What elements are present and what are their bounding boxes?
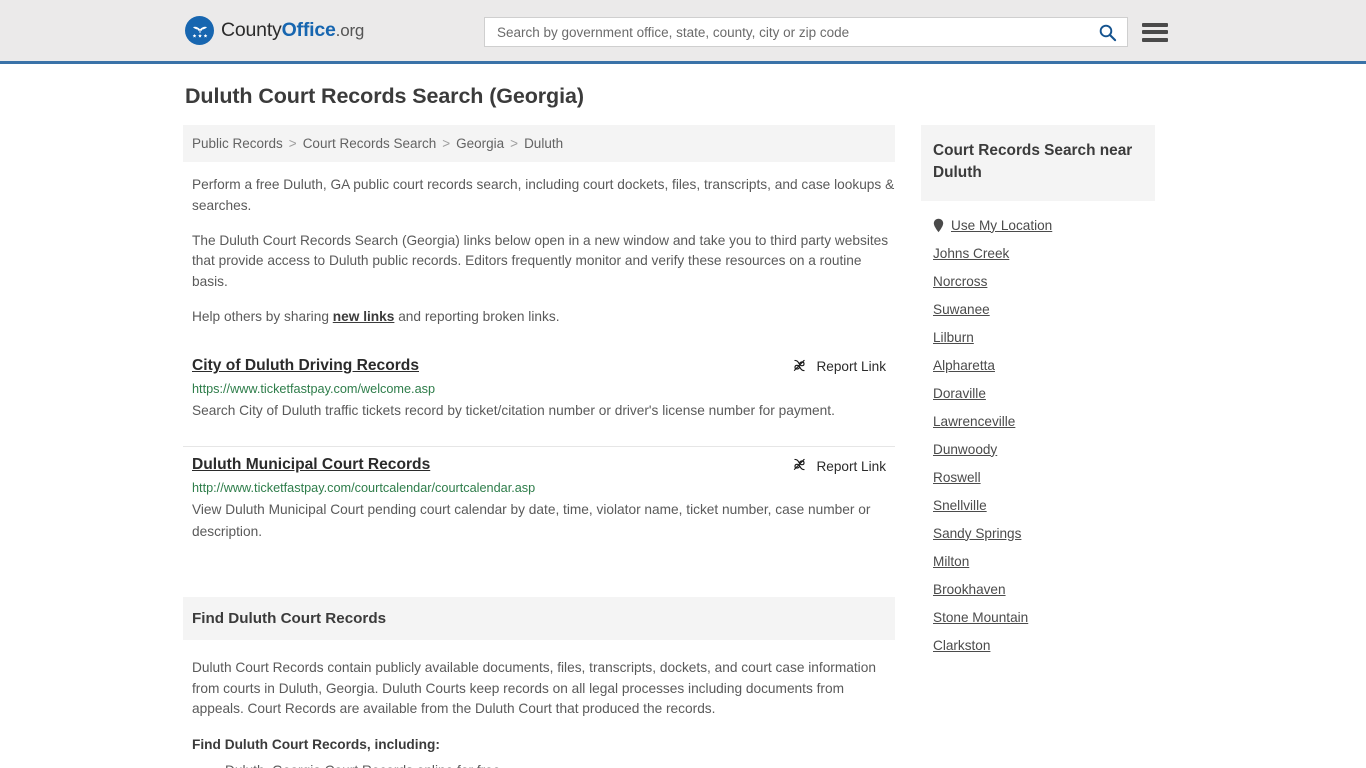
intro-paragraph-2: The Duluth Court Records Search (Georgia… (192, 232, 889, 290)
breadcrumb-separator: > (442, 136, 451, 151)
sidebar-item-roswell[interactable]: Roswell (933, 457, 1155, 485)
sidebar-item-label[interactable]: Use My Location (951, 218, 1052, 233)
find-records-paragraph: Duluth Court Records contain publicly av… (192, 659, 876, 717)
result-header: Duluth Municipal Court Records Report Li… (192, 455, 895, 475)
search-icon[interactable] (1096, 23, 1119, 42)
report-link-label: Report Link (816, 458, 886, 474)
result-title-link[interactable]: City of Duluth Driving Records (192, 356, 419, 376)
page-title: Duluth Court Records Search (Georgia) (185, 84, 584, 108)
breadcrumb-item-duluth: Duluth (524, 136, 564, 151)
breadcrumb-separator: > (510, 136, 519, 151)
search-box[interactable] (484, 17, 1128, 47)
breadcrumb-item-court-records-search[interactable]: Court Records Search (303, 136, 437, 151)
eagle-crest-icon (185, 16, 214, 45)
site-logo-text: CountyOffice.org (221, 19, 364, 42)
hamburger-menu-icon[interactable] (1142, 22, 1168, 42)
find-records-section-header: Find Duluth Court Records (183, 596, 895, 640)
report-link-label: Report Link (816, 359, 886, 375)
sidebar-item-label[interactable]: Snellville (933, 498, 987, 513)
result-header: City of Duluth Driving Records Report Li… (192, 356, 895, 376)
list-item: Duluth, Georgia Court Records online for… (211, 760, 895, 768)
intro-paragraph-1: Perform a free Duluth, GA public court r… (192, 177, 895, 213)
sidebar-item-label[interactable]: Roswell (933, 470, 981, 485)
broken-link-icon (792, 358, 807, 376)
result-item: City of Duluth Driving Records Report Li… (183, 348, 895, 448)
sidebar-item-label[interactable]: Sandy Springs (933, 526, 1021, 541)
sidebar-item-clarkston[interactable]: Clarkston (933, 625, 1155, 653)
logo-text-org: .org (335, 21, 365, 40)
intro-paragraph-3: Help others by sharing new links and rep… (192, 307, 895, 328)
map-pin-icon (933, 218, 944, 233)
sidebar-item-snellville[interactable]: Snellville (933, 485, 1155, 513)
sidebar: Court Records Search near Duluth Use My … (921, 125, 1155, 653)
sidebar-item-suwanee[interactable]: Suwanee (933, 289, 1155, 317)
report-link-button[interactable]: Report Link (792, 457, 895, 475)
result-description: View Duluth Municipal Court pending cour… (192, 502, 871, 539)
breadcrumb-separator: > (288, 136, 297, 151)
sidebar-item-label[interactable]: Norcross (933, 274, 987, 289)
share-text-before: Help others by sharing (192, 309, 333, 325)
breadcrumb: Public Records > Court Records Search > … (183, 125, 895, 162)
site-header: CountyOffice.org (0, 0, 1366, 64)
sidebar-item-stone-mountain[interactable]: Stone Mountain (933, 597, 1155, 625)
breadcrumb-item-public-records[interactable]: Public Records (192, 136, 283, 151)
sidebar-links: Use My Location Johns Creek Norcross Suw… (921, 201, 1155, 653)
new-links-link[interactable]: new links (333, 309, 395, 324)
sidebar-heading: Court Records Search near Duluth (933, 142, 1133, 182)
header-inner: CountyOffice.org (183, 0, 1183, 61)
sidebar-item-sandy-springs[interactable]: Sandy Springs (933, 513, 1155, 541)
sidebar-item-lawrenceville[interactable]: Lawrenceville (933, 401, 1155, 429)
result-title-link[interactable]: Duluth Municipal Court Records (192, 455, 430, 475)
main-column: Public Records > Court Records Search > … (183, 125, 895, 768)
header-search-zone (484, 17, 1168, 47)
sidebar-item-label[interactable]: Milton (933, 554, 969, 569)
sidebar-item-label[interactable]: Johns Creek (933, 246, 1009, 261)
logo-text-office: Office (281, 19, 336, 41)
site-logo[interactable]: CountyOffice.org (185, 16, 364, 45)
search-input[interactable] (495, 23, 1096, 41)
sidebar-item-label[interactable]: Clarkston (933, 638, 990, 653)
sidebar-item-lilburn[interactable]: Lilburn (933, 317, 1155, 345)
report-link-button[interactable]: Report Link (792, 358, 895, 376)
page-container: Duluth Court Records Search (Georgia) Pu… (183, 64, 1183, 768)
sidebar-item-brookhaven[interactable]: Brookhaven (933, 569, 1155, 597)
logo-text-county: County (221, 19, 282, 41)
sidebar-item-doraville[interactable]: Doraville (933, 373, 1155, 401)
sidebar-item-use-my-location[interactable]: Use My Location (933, 201, 1155, 233)
sidebar-item-label[interactable]: Stone Mountain (933, 610, 1028, 625)
result-url[interactable]: https://www.ticketfastpay.com/welcome.as… (192, 382, 895, 396)
sidebar-item-johns-creek[interactable]: Johns Creek (933, 233, 1155, 261)
sidebar-header: Court Records Search near Duluth (921, 125, 1155, 201)
share-text-after: and reporting broken links. (394, 309, 560, 325)
find-records-subheading: Find Duluth Court Records, including: (192, 737, 440, 753)
find-records-section-body: Duluth Court Records contain publicly av… (183, 658, 895, 768)
breadcrumb-item-georgia[interactable]: Georgia (456, 136, 504, 151)
sidebar-item-label[interactable]: Doraville (933, 386, 986, 401)
page-columns: Public Records > Court Records Search > … (183, 125, 1183, 768)
result-description: Search City of Duluth traffic tickets re… (192, 403, 835, 419)
result-url[interactable]: http://www.ticketfastpay.com/courtcalend… (192, 481, 895, 495)
sidebar-item-dunwoody[interactable]: Dunwoody (933, 429, 1155, 457)
sidebar-item-label[interactable]: Dunwoody (933, 442, 997, 457)
sidebar-item-label[interactable]: Brookhaven (933, 582, 1006, 597)
sidebar-item-label[interactable]: Lawrenceville (933, 414, 1015, 429)
result-item: Duluth Municipal Court Records Report Li… (183, 447, 895, 566)
sidebar-item-label[interactable]: Suwanee (933, 302, 990, 317)
sidebar-item-norcross[interactable]: Norcross (933, 261, 1155, 289)
sidebar-item-label[interactable]: Lilburn (933, 330, 974, 345)
find-records-heading: Find Duluth Court Records (192, 609, 387, 627)
broken-link-icon (792, 457, 807, 475)
find-records-list: Duluth, Georgia Court Records online for… (192, 760, 895, 768)
sidebar-item-alpharetta[interactable]: Alpharetta (933, 345, 1155, 373)
sidebar-item-label[interactable]: Alpharetta (933, 358, 995, 373)
sidebar-item-milton[interactable]: Milton (933, 541, 1155, 569)
result-list: City of Duluth Driving Records Report Li… (183, 348, 895, 567)
